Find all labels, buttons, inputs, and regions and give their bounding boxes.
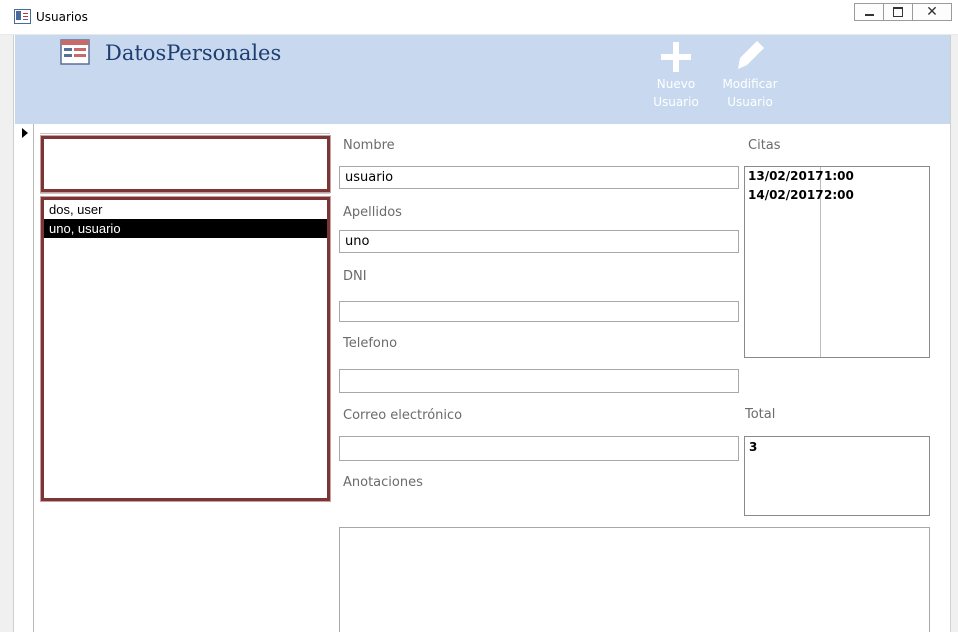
form-icon (60, 39, 90, 65)
form-title: DatosPersonales (105, 41, 282, 65)
citas-label: Citas (748, 138, 781, 153)
anotaciones-field[interactable] (339, 527, 930, 632)
list-item[interactable]: dos, user (44, 200, 327, 219)
citas-list[interactable]: 13/02/2017 1:00 14/02/2017 2:00 (744, 166, 930, 358)
current-record-arrow-icon (22, 128, 28, 138)
total-field[interactable]: 3 (744, 436, 930, 516)
user-listbox[interactable]: dos, user uno, usuario (41, 197, 330, 501)
navigation-pane-edge (0, 35, 14, 632)
correo-label: Correo electrónico (343, 408, 463, 423)
pencil-icon (738, 41, 764, 69)
nombre-label: Nombre (343, 138, 395, 153)
new-user-button[interactable]: Nuevo Usuario (643, 39, 709, 111)
telefono-field[interactable] (339, 369, 739, 393)
dni-label: DNI (343, 269, 367, 284)
window-titlebar: Usuarios ✕ (0, 0, 958, 35)
cita-date: 13/02/2017 (748, 169, 824, 183)
window-title: Usuarios (36, 10, 88, 24)
restore-icon (893, 7, 903, 17)
separator-line (40, 133, 330, 134)
anotaciones-label: Anotaciones (343, 475, 423, 490)
window-controls: ✕ (854, 3, 952, 21)
edit-user-label-line1: Modificar (722, 77, 778, 91)
form-right-edge (950, 35, 958, 632)
edit-user-label-line2: Usuario (727, 95, 773, 109)
minimize-button[interactable] (854, 3, 884, 21)
edit-user-button[interactable]: Modificar Usuario (715, 39, 785, 111)
plus-icon (659, 39, 693, 73)
minimize-icon (864, 14, 874, 16)
search-input[interactable] (41, 136, 330, 192)
form-window-icon (14, 9, 31, 24)
nombre-field[interactable]: usuario (339, 166, 739, 189)
total-label: Total (745, 407, 776, 422)
list-item-selected[interactable]: uno, usuario (44, 219, 327, 238)
dni-field[interactable] (339, 301, 739, 322)
cita-time: 1:00 (824, 169, 854, 183)
close-icon: ✕ (926, 4, 938, 20)
correo-field[interactable] (339, 436, 739, 461)
apellidos-label: Apellidos (343, 205, 402, 220)
apellidos-field[interactable]: uno (339, 230, 739, 253)
cita-date: 14/02/2017 (748, 188, 824, 202)
new-user-label-line1: Nuevo (656, 77, 696, 91)
cita-time: 2:00 (824, 188, 854, 202)
close-button[interactable]: ✕ (912, 3, 952, 21)
telefono-label: Telefono (343, 336, 398, 351)
record-selector[interactable] (14, 124, 34, 632)
restore-button[interactable] (883, 3, 913, 21)
new-user-label-line2: Usuario (653, 95, 699, 109)
separator-line (40, 193, 330, 194)
form-header: DatosPersonales Nuevo Usuario Modificar … (15, 35, 950, 124)
